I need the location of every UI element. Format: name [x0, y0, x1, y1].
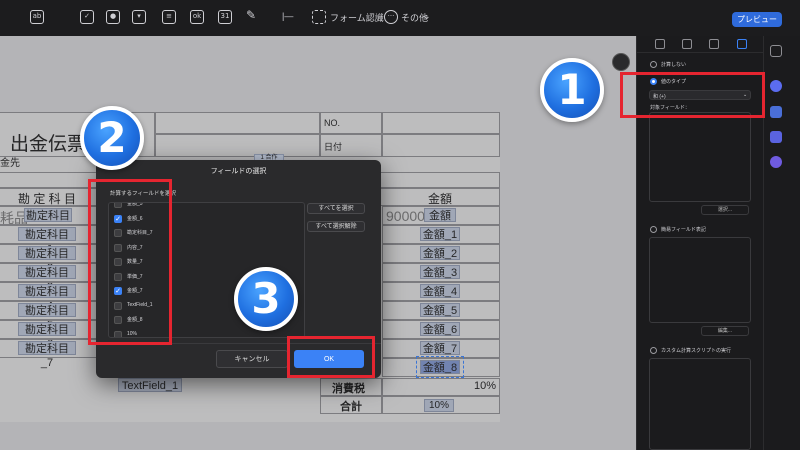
form-recognition-icon[interactable]	[312, 10, 326, 24]
edit-notation-button[interactable]: 編集...	[701, 326, 749, 336]
button-tool-icon[interactable]: ok	[190, 10, 204, 24]
preview-button[interactable]: プレビュー	[732, 12, 782, 27]
align-menu[interactable]: |—	[282, 11, 293, 21]
custom-script-label: カスタム計算スクリプトの実行	[661, 348, 732, 354]
radio-tool-icon[interactable]: ●	[106, 10, 120, 24]
simple-notation-label: 簡易フィールド表記	[661, 227, 706, 233]
more-icon[interactable]: ···	[384, 10, 398, 24]
annotation-box-1	[620, 72, 765, 118]
date-tool-icon[interactable]: 31	[218, 10, 232, 24]
no-calc-radio[interactable]	[650, 61, 657, 68]
top-toolbar: ab ✓ ● ▾ ≡ ok 31 ✎ |— フォーム認識 ··· その他 ⌄ プレビュー	[0, 0, 800, 37]
assistant-icon[interactable]	[770, 80, 782, 92]
signature-tool-icon[interactable]: ✎	[244, 9, 258, 24]
floating-tool-icon[interactable]	[612, 53, 630, 71]
select-all-button[interactable]: すべてを選択	[307, 203, 365, 214]
simple-notation-radio[interactable]	[650, 226, 657, 233]
translate-icon[interactable]	[770, 106, 782, 118]
dialog-title: フィールドの選択	[210, 168, 267, 175]
cancel-button[interactable]: キャンセル	[216, 350, 288, 368]
text-field-icon[interactable]: ab	[30, 10, 44, 24]
dropdown-tool-icon[interactable]: ▾	[132, 10, 146, 24]
no-calc-label: 計算しない	[661, 62, 687, 68]
checkbox-tool-icon[interactable]: ✓	[80, 10, 94, 24]
custom-script-radio[interactable]	[650, 347, 657, 354]
annotation-box-3	[287, 336, 375, 378]
properties-sidebar-icon[interactable]	[770, 45, 782, 57]
select-fields-button[interactable]: 選択...	[701, 205, 749, 215]
custom-script-box[interactable]	[649, 358, 751, 450]
simple-notation-box[interactable]	[649, 237, 751, 323]
tab-options-icon[interactable]	[709, 39, 719, 49]
list-tool-icon[interactable]: ≡	[162, 10, 176, 24]
step-badge-3: 3	[234, 267, 298, 331]
ai-icon[interactable]	[770, 156, 782, 168]
deselect-all-button[interactable]: すべて選択解除	[307, 221, 365, 232]
tab-calculate-icon[interactable]	[737, 39, 747, 49]
form-recognition-button[interactable]: フォーム認識	[330, 11, 384, 24]
annotation-box-2	[88, 179, 172, 345]
chevron-down-icon: ⌄	[423, 11, 431, 21]
step-badge-2: 2	[80, 106, 144, 170]
target-fields-box[interactable]	[649, 112, 751, 202]
step-badge-1: 1	[540, 58, 604, 122]
tab-appearance-icon[interactable]	[682, 39, 692, 49]
check-icon[interactable]	[770, 131, 782, 143]
tab-general-icon[interactable]	[655, 39, 665, 49]
